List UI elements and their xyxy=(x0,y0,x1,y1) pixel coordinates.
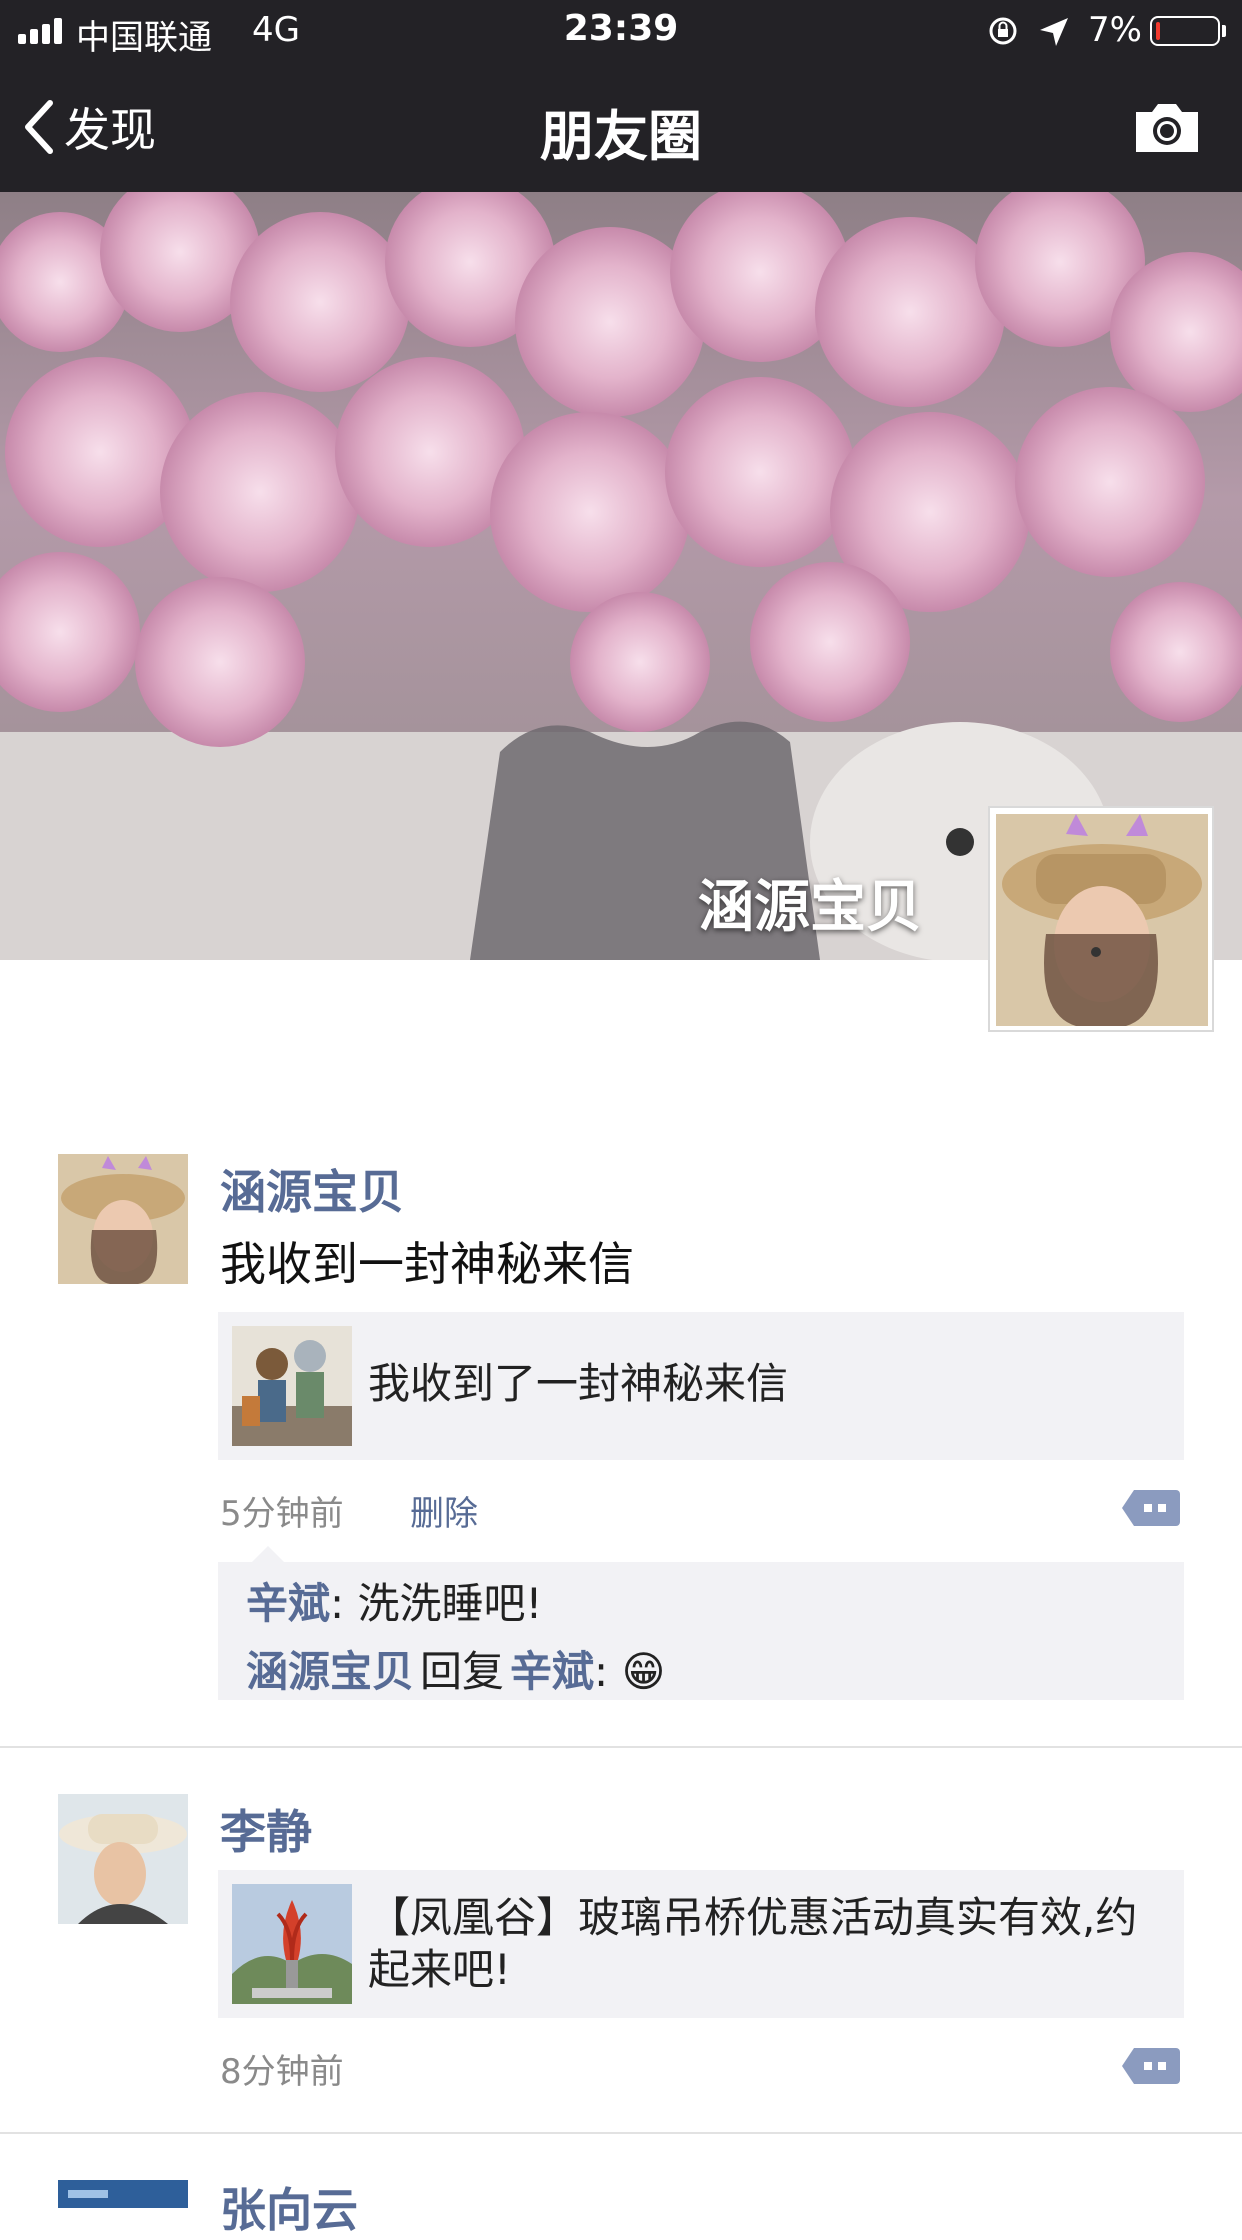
link-thumbnail xyxy=(232,1884,352,2004)
comments-box: 辛斌: 洗洗睡吧! 涵源宝贝 回复 辛斌: 😁 xyxy=(218,1546,1184,1700)
shared-link-card[interactable]: 【凤凰谷】玻璃吊桥优惠活动真实有效,约起来吧! xyxy=(218,1870,1184,2018)
comment-separator: : xyxy=(330,1579,358,1628)
link-title: 我收到了一封神秘来信 xyxy=(368,1359,789,1408)
camera-icon[interactable] xyxy=(1132,98,1202,156)
reply-word: 回复 xyxy=(420,1647,505,1696)
shared-link-card[interactable]: 我收到了一封神秘来信 xyxy=(218,1312,1184,1460)
avatar[interactable] xyxy=(58,2180,188,2208)
post-text: 我收到一封神秘来信 xyxy=(220,1237,634,1291)
comment-user[interactable]: 辛斌 xyxy=(246,1579,330,1628)
comment-more-icon[interactable] xyxy=(1122,1488,1180,1528)
comment-line[interactable]: 辛斌: 洗洗睡吧! xyxy=(246,1570,542,1631)
avatar-image xyxy=(58,2180,188,2208)
avatar-image xyxy=(58,1794,188,1924)
reply-to-user[interactable]: 辛斌 xyxy=(510,1647,594,1696)
avatar-image xyxy=(996,814,1208,1026)
post-divider xyxy=(0,2132,1242,2134)
link-title: 【凤凰谷】玻璃吊桥优惠活动真实有效,约起来吧! xyxy=(368,1893,1138,1994)
cover-username: 涵源宝贝 xyxy=(698,875,922,940)
post-divider xyxy=(0,1746,1242,1748)
comment-text: 洗洗睡吧! xyxy=(357,1579,543,1628)
comment-more-icon[interactable] xyxy=(1122,2046,1180,2086)
comment-line[interactable]: 涵源宝贝 回复 辛斌: 😁 xyxy=(246,1638,665,1699)
page-title: 朋友圈 xyxy=(540,105,702,168)
nav-bar: 发现 朋友圈 xyxy=(0,62,1242,192)
grin-emoji-icon: 😁 xyxy=(621,1647,666,1696)
battery-level xyxy=(1156,22,1160,40)
poster-name[interactable]: 张向云 xyxy=(220,2174,358,2240)
comment-user[interactable]: 涵源宝贝 xyxy=(246,1647,414,1696)
avatar[interactable] xyxy=(58,1154,188,1284)
battery-cap xyxy=(1222,25,1226,37)
avatar[interactable] xyxy=(58,1794,188,1924)
comment-separator: : xyxy=(594,1647,622,1696)
link-thumbnail xyxy=(232,1326,352,1446)
battery-percent: 7% xyxy=(1088,10,1142,50)
poster-name[interactable]: 李静 xyxy=(220,1796,312,1862)
orientation-lock-icon xyxy=(989,17,1017,45)
location-icon xyxy=(1040,18,1068,46)
avatar-image xyxy=(58,1154,188,1284)
poster-name[interactable]: 涵源宝贝 xyxy=(220,1156,404,1222)
status-bar: 中国联通 4G 23:39 7% xyxy=(0,0,1242,62)
battery-icon xyxy=(1150,16,1220,46)
top-bar: 中国联通 4G 23:39 7% 发现 朋友圈 xyxy=(0,0,1242,192)
comments-pointer xyxy=(252,1546,284,1562)
profile-avatar[interactable] xyxy=(988,806,1214,1032)
delete-button[interactable]: 删除 xyxy=(410,1486,478,1535)
post-time: 5分钟前 xyxy=(220,1494,344,1534)
post-time: 8分钟前 xyxy=(220,2052,344,2092)
